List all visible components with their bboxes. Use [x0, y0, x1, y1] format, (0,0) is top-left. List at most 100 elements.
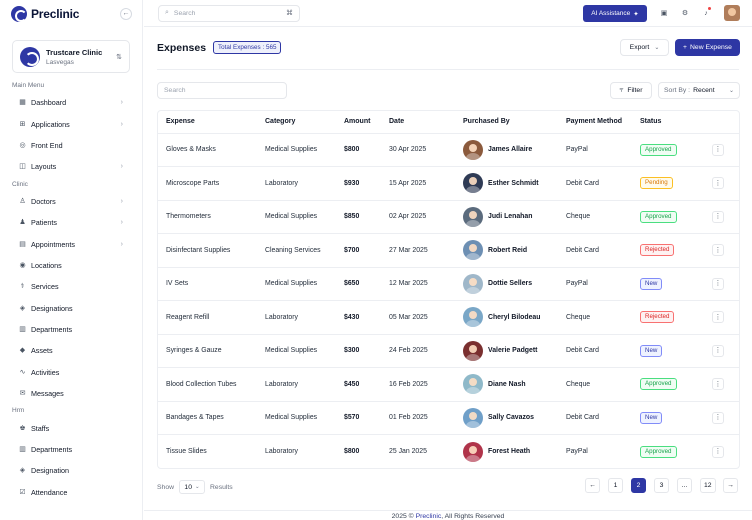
notification-bell-icon[interactable]: ♪	[700, 7, 712, 19]
sidebar-item-label: Designation	[31, 466, 69, 476]
table-row[interactable]: Gloves & Masks Medical Supplies $800 30 Apr…	[158, 133, 739, 167]
more-actions-icon[interactable]: ⋮	[712, 277, 724, 290]
expense-cell: Blood Collection Tubes	[158, 367, 257, 402]
sidebar-item-doctors[interactable]: ♙ Doctors ›	[0, 191, 142, 212]
table-row[interactable]: Blood Collection Tubes Laboratory $450 16 F…	[158, 367, 739, 402]
purchaser[interactable]: Esther Schmidt	[463, 173, 558, 194]
purchaser[interactable]: Dottie Sellers	[463, 273, 558, 294]
ai-assistance-button[interactable]: AI Assistance ✦	[583, 5, 647, 22]
purchaser-name: Esther Schmidt	[488, 179, 539, 187]
payment-method-cell: PayPal	[558, 267, 632, 301]
more-actions-icon[interactable]: ⋮	[712, 177, 724, 190]
column-header[interactable]: Date	[381, 111, 455, 134]
amount-cell: $450	[336, 367, 381, 402]
more-actions-icon[interactable]: ⋮	[712, 143, 724, 156]
sidebar-item-departments[interactable]: ▥ Departments	[0, 439, 142, 460]
sidebar-item-locations[interactable]: ◉ Locations	[0, 255, 142, 276]
page-size-value: 10	[184, 483, 192, 491]
more-actions-icon[interactable]: ⋮	[712, 344, 724, 357]
settings-icon[interactable]: ⚙	[679, 7, 691, 19]
more-actions-icon[interactable]: ⋮	[712, 411, 724, 424]
new-expense-button[interactable]: + New Expense	[675, 39, 740, 56]
actions-cell: ⋮	[704, 200, 739, 234]
page-button[interactable]: 3	[654, 478, 669, 493]
export-button[interactable]: Export ⌄	[620, 39, 669, 56]
more-actions-icon[interactable]: ⋮	[712, 244, 724, 257]
page-size-select[interactable]: 10 ⌄	[179, 480, 206, 494]
purchaser[interactable]: James Allaire	[463, 139, 558, 160]
swap-icon[interactable]: ⇅	[116, 53, 122, 61]
sidebar-item-designations[interactable]: ◈ Designations	[0, 298, 142, 319]
column-header[interactable]: Amount	[336, 111, 381, 134]
prev-page-button[interactable]: ←	[585, 478, 600, 493]
table-row[interactable]: Microscope Parts Laboratory $930 15 Apr 202…	[158, 166, 739, 201]
sidebar-item-messages[interactable]: ✉ Messages	[0, 383, 142, 404]
table-row[interactable]: Reagent Refill Laboratory $430 05 Mar 2025 C…	[158, 300, 739, 335]
sidebar-item-activities[interactable]: ∿ Activities	[0, 362, 142, 383]
sidebar-item-applications[interactable]: ⊞ Applications ›	[0, 113, 142, 134]
user-avatar[interactable]	[724, 5, 740, 21]
sidebar-item-services[interactable]: ⚕ Services	[0, 276, 142, 297]
amount-cell: $300	[336, 334, 381, 368]
purchaser[interactable]: Judi Lenahan	[463, 206, 558, 227]
sort-prefix: Sort By :	[664, 87, 691, 94]
sidebar-item-appointments[interactable]: ▤ Appointments ›	[0, 233, 142, 254]
table-row[interactable]: Thermometers Medical Supplies $850 02 Apr 2…	[158, 200, 739, 234]
clinic-name: Trustcare Clinic	[46, 47, 103, 57]
column-header[interactable]: Expense	[158, 111, 257, 134]
purchaser[interactable]: Forest Heath	[463, 441, 558, 462]
table-row[interactable]: Bandages & Tapes Medical Supplies $570 01 F…	[158, 401, 739, 435]
sidebar-item-staffs[interactable]: ♚ Staffs	[0, 417, 142, 438]
table-row[interactable]: Tissue Slides Laboratory $800 25 Jan 2025 Fo…	[158, 435, 739, 469]
sidebar-item-dashboard[interactable]: ▦ Dashboard ›	[0, 92, 142, 113]
purchaser[interactable]: Valerie Padgett	[463, 340, 558, 361]
more-actions-icon[interactable]: ⋮	[712, 311, 724, 324]
global-search-input[interactable]: ⌕ Search ⌘	[158, 4, 300, 22]
page-button[interactable]: 1	[608, 478, 623, 493]
sidebar-item-front-end[interactable]: ◎ Front End	[0, 135, 142, 156]
column-header[interactable]: Category	[257, 111, 336, 134]
chevron-down-icon: ⌄	[728, 88, 734, 94]
sidebar-item-designation[interactable]: ◈ Designation	[0, 460, 142, 481]
table-row[interactable]: Disinfectant Supplies Cleaning Services $7…	[158, 233, 739, 268]
collapse-sidebar-button[interactable]: ←	[120, 7, 132, 20]
table-row[interactable]: IV Sets Medical Supplies $650 12 Mar 2025 Do…	[158, 267, 739, 301]
purchaser[interactable]: Robert Reid	[463, 240, 558, 261]
sidebar-item-patients[interactable]: ♟ Patients ›	[0, 212, 142, 233]
purchaser[interactable]: Sally Cavazos	[463, 407, 558, 428]
column-header[interactable]: Status	[632, 111, 704, 134]
amount-cell: $430	[336, 300, 381, 335]
sidebar-item-assets[interactable]: ◆ Assets	[0, 340, 142, 361]
page-button-active[interactable]: 2	[631, 478, 646, 493]
clinic-switcher[interactable]: Trustcare Clinic Lasvegas ⇅	[12, 40, 130, 73]
actions-cell: ⋮	[704, 166, 739, 201]
category-cell: Medical Supplies	[257, 133, 336, 167]
expense-cell: Bandages & Tapes	[158, 401, 257, 435]
activity-icon: ∿	[19, 368, 26, 376]
sidebar-item-attendance[interactable]: ☑ Attendance	[0, 482, 142, 503]
purchaser[interactable]: Cheryl Bilodeau	[463, 307, 558, 328]
more-actions-icon[interactable]: ⋮	[712, 445, 724, 458]
sidebar-item-departments[interactable]: ▥ Departments	[0, 319, 142, 340]
more-actions-icon[interactable]: ⋮	[712, 210, 724, 223]
sidebar-item-layouts[interactable]: ◫ Layouts ›	[0, 156, 142, 177]
page-button[interactable]: 12	[700, 478, 716, 493]
actions-cell: ⋮	[704, 367, 739, 402]
sidebar-item-label: Applications	[31, 119, 70, 129]
purchaser[interactable]: Diane Nash	[463, 374, 558, 395]
next-page-button[interactable]: →	[723, 478, 738, 493]
column-header[interactable]: Payment Method	[558, 111, 632, 134]
sort-by-select[interactable]: Sort By : Recent ⌄	[658, 82, 740, 99]
table-row[interactable]: Syringes & Gauze Medical Supplies $300 24 F…	[158, 334, 739, 368]
table-search-input[interactable]: Search	[157, 82, 287, 99]
footer-brand-link[interactable]: Preclinic	[416, 513, 442, 520]
more-actions-icon[interactable]: ⋮	[712, 378, 724, 391]
filter-button[interactable]: ⫧ Filter	[610, 82, 652, 99]
message-icon: ✉	[19, 390, 26, 398]
expense-cell: Thermometers	[158, 200, 257, 234]
amount-cell: $850	[336, 200, 381, 234]
sidebar-nav: Main Menu ▦ Dashboard › ⊞ Applications › ◎ Front…	[0, 79, 142, 503]
calendar-icon[interactable]: ▣	[658, 7, 670, 19]
column-header[interactable]: Purchased By	[455, 111, 558, 134]
purchased-by-cell: Robert Reid	[455, 233, 558, 268]
